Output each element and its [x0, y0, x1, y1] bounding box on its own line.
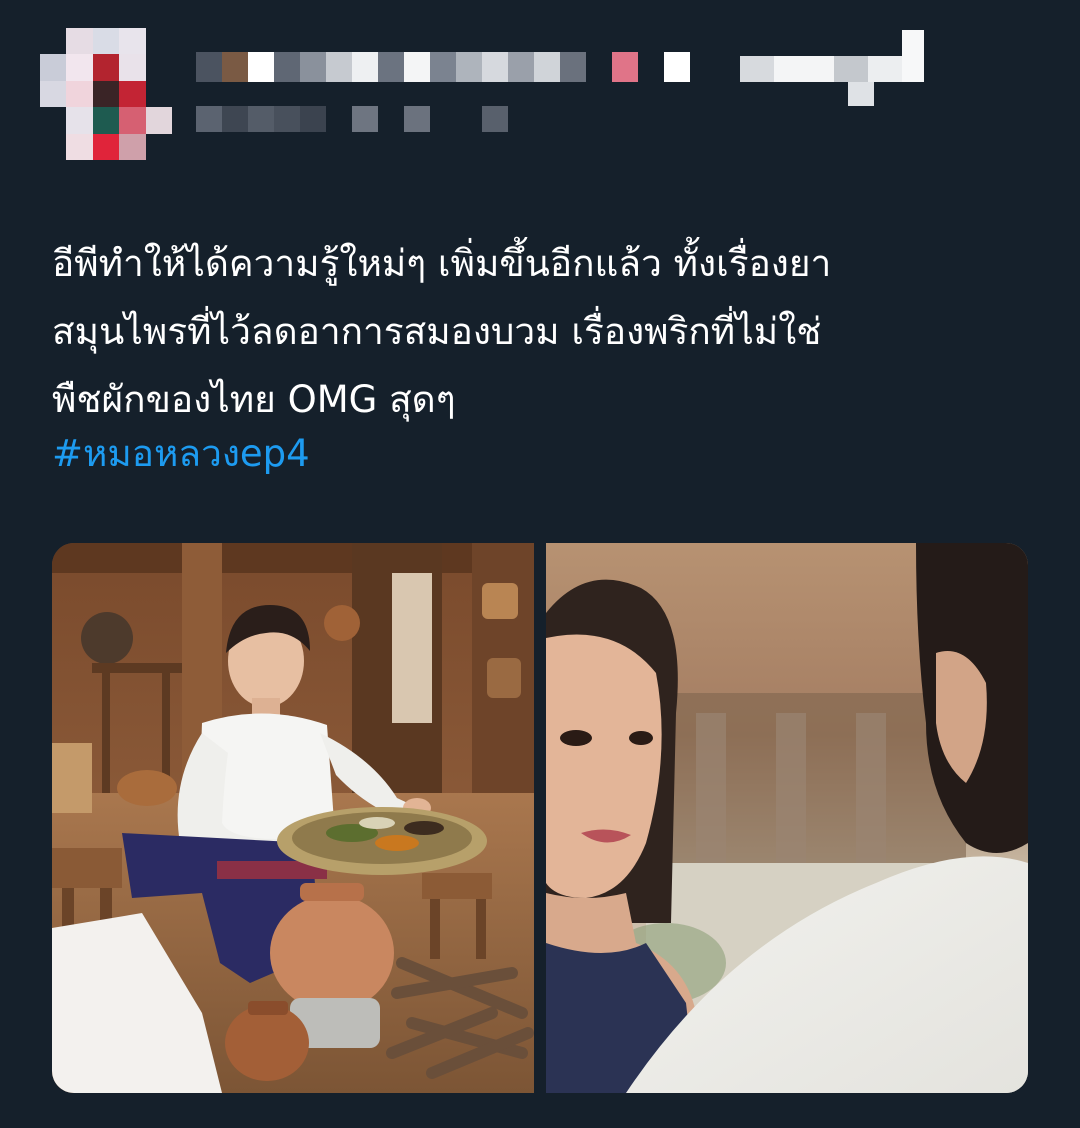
avatar[interactable]: [40, 28, 172, 160]
media-photo-right[interactable]: [546, 543, 1028, 1093]
tweet-text-line: อีพีทำให้ได้ความรู้ใหม่ๆ เพิ่มขึ้นอีกแล้…: [52, 242, 832, 285]
tweet-text-line: สมุนไพรที่ไว้ลดอาการสมองบวม เรื่องพริกที…: [52, 310, 822, 353]
hashtag-link[interactable]: #หมอหลวงep4: [52, 424, 310, 484]
photo-man-preparing-herbs: [52, 543, 534, 1093]
media-photo-left[interactable]: [52, 543, 534, 1093]
user-handle[interactable]: [196, 106, 526, 132]
photo-woman-smiling: [546, 543, 1028, 1093]
tweet-text: อีพีทำให้ได้ความรู้ใหม่ๆ เพิ่มขึ้นอีกแล้…: [52, 230, 1022, 434]
pixelated-menu-icon: [740, 30, 924, 106]
media-grid: [52, 543, 1028, 1093]
